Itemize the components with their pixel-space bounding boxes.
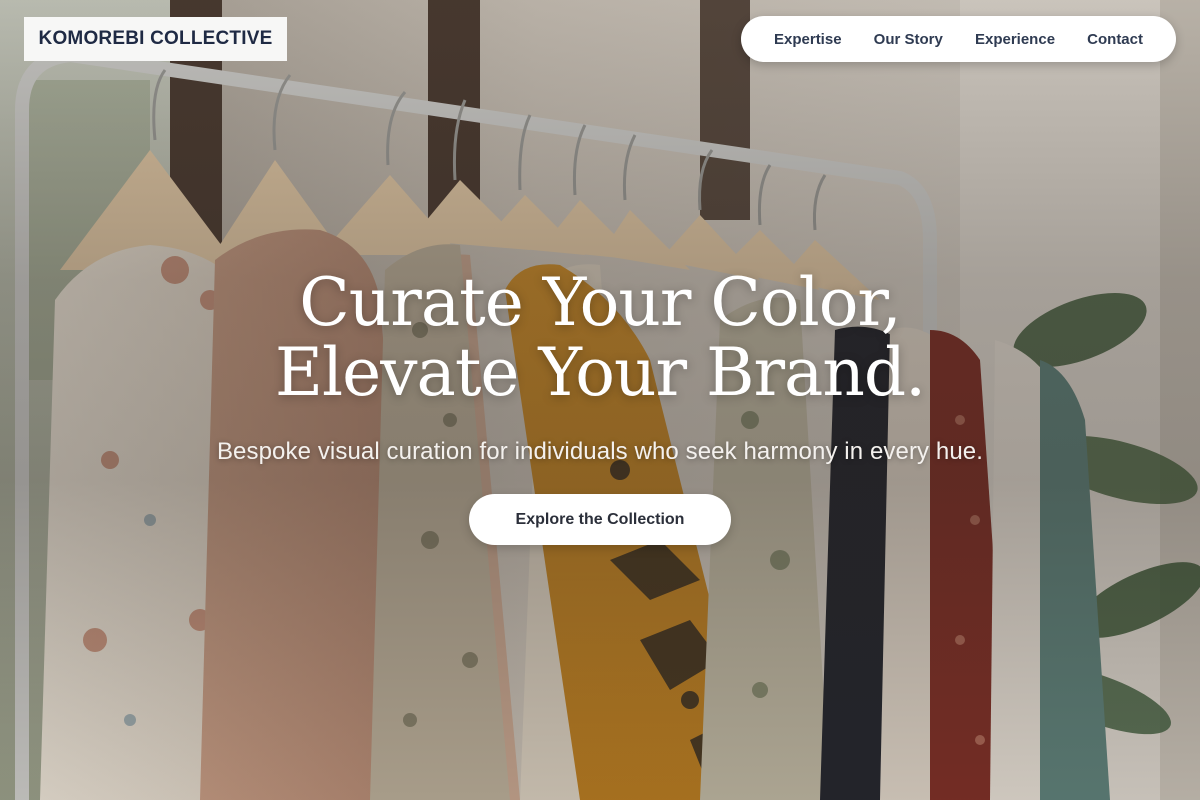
hero-subheadline: Bespoke visual curation for individuals … [216,438,984,465]
explore-collection-button[interactable]: Explore the Collection [469,494,731,545]
hero-headline-line-1: Curate Your Color, [299,264,901,341]
nav-link-our-story[interactable]: Our Story [874,31,943,48]
nav-link-contact[interactable]: Contact [1087,31,1143,48]
nav-link-experience[interactable]: Experience [975,31,1055,48]
brand-logo-text: KOMOREBI COLLECTIVE [38,28,273,49]
nav-link-expertise[interactable]: Expertise [774,31,842,48]
hero-headline: Curate Your Color, Elevate Your Brand. [0,268,1200,408]
main-navigation: Expertise Our Story Experience Contact [741,16,1176,62]
brand-logo[interactable]: KOMOREBI COLLECTIVE [24,17,287,61]
hero-headline-line-2: Elevate Your Brand. [274,334,926,411]
